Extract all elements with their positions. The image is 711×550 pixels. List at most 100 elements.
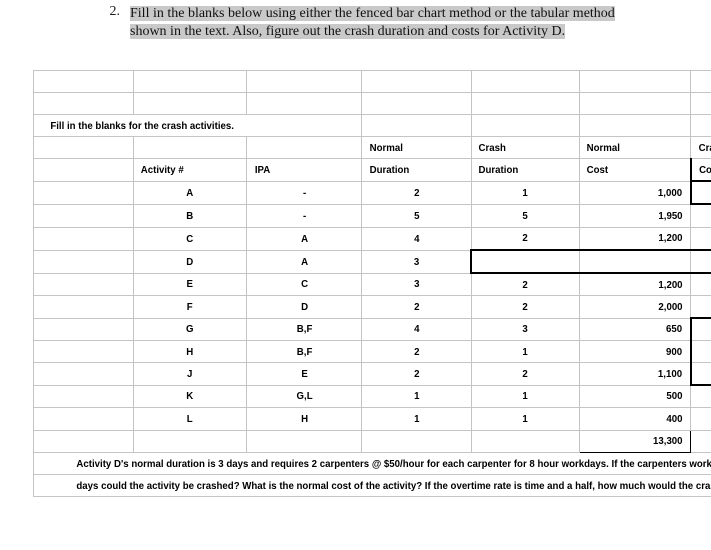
table-row[interactable]: B - 5 5 1,950 1,950 - - [34,203,711,228]
header-row-top: Normal Crash Normal Crash Days to [34,136,711,159]
cell-activity[interactable]: C [137,226,243,251]
cell-normal-cost[interactable]: 400 [583,407,687,431]
cell-normal-cost[interactable]: 1,200 [583,272,687,296]
cell-crash-cost[interactable]: 400 [694,407,711,431]
cell-activity[interactable]: G [137,317,243,341]
cell-normal-duration[interactable]: 3 [365,272,468,296]
footnote-row-1: Activity D's normal duration is 3 days a… [34,452,711,475]
cell-normal-duration[interactable]: 1 [365,407,468,431]
cell-normal-cost[interactable]: 650 [583,317,687,341]
cell-ipa[interactable]: B,F [250,340,358,363]
table-row[interactable]: A - 2 1 1,000 1,280 1 280 [34,180,711,205]
table-row[interactable]: H B,F 2 1 900 990 1 90 [34,340,711,363]
table-top-rule [34,70,711,93]
cell-crash-duration[interactable]: 3 [475,317,576,341]
header-ipa: IPA [250,158,358,182]
cell-crash-cost[interactable]: 990 [694,340,711,363]
row-gutter [37,203,130,228]
cell-crash-cost[interactable]: 2,000 [694,295,711,319]
header-blank-2 [250,136,358,159]
total-row[interactable]: 13,300 [34,429,711,453]
cell-crash-duration[interactable]: 2 [475,226,576,251]
header-blank-0 [37,136,130,159]
cell-crash-duration[interactable]: 2 [475,295,576,319]
cell-ipa[interactable]: A [250,226,358,251]
cell-normal-duration[interactable]: 3 [365,249,468,274]
footnote-line-1: Activity D's normal duration is 3 days a… [72,452,711,475]
table-row[interactable]: C A 4 2 1,200 1,500 2 150 [34,226,711,251]
row-gutter [37,317,130,341]
table-row[interactable]: E C 3 2 1,200 1,290 1 90 [34,272,711,296]
cell-crash-cost[interactable] [694,249,711,274]
cell-ipa[interactable]: - [250,180,358,205]
cell-normal-duration[interactable]: 2 [365,295,468,319]
crash-activities-spreadsheet[interactable]: Fill in the blanks for the crash activit… [33,70,711,497]
cell-activity[interactable]: A [137,180,243,205]
cell-activity[interactable]: J [137,362,243,386]
header-normal-cost-top: Normal [583,136,687,159]
cell-activity[interactable]: L [137,407,243,431]
cell-crash-cost[interactable]: 1,290 [694,272,711,296]
cell-normal-duration[interactable]: 5 [365,203,468,228]
question-text-wrap: Fill in the blanks below using either th… [130,4,615,40]
cell-activity[interactable]: B [137,203,243,228]
cell-activity[interactable]: H [137,340,243,363]
cell-activity[interactable]: E [137,272,243,296]
question-line-1: Fill in the blanks below using either th… [130,6,615,21]
cell-crash-cost[interactable]: 1,100 [694,362,711,386]
cell-crash-cost[interactable]: 730 [694,317,711,341]
table-row[interactable]: F D 2 2 2,000 2,000 - - [34,295,711,319]
cell-ipa[interactable]: D [250,295,358,319]
cell-activity[interactable]: D [137,249,243,274]
row-gutter [37,429,130,453]
cell-ipa[interactable]: G,L [250,384,358,408]
cell-ipa[interactable]: - [250,203,358,228]
cell-ipa[interactable]: C [250,272,358,296]
cell-normal-duration[interactable]: 2 [365,180,468,205]
cell-crash-duration[interactable]: 5 [475,203,576,228]
table-row[interactable]: J E 2 2 1,100 1,100 - [34,362,711,386]
header-crash-cost-top: Crash [694,136,711,159]
cell-crash-duration[interactable]: 1 [475,384,576,408]
cell-normal-duration[interactable]: 4 [365,226,468,251]
question-line-2: shown in the text. Also, figure out the … [130,24,566,39]
cell-normal-cost[interactable]: 500 [583,384,687,408]
cell-crash-cost[interactable]: 500 [694,384,711,408]
cell-crash-duration[interactable]: 2 [475,272,576,296]
cell-ipa[interactable]: E [250,362,358,386]
table-row[interactable]: G B,F 4 3 650 730 1 80 [34,317,711,341]
header-activity: Activity # [137,158,243,182]
cell-normal-duration[interactable]: 1 [365,384,468,408]
cell-normal-cost[interactable]: 1,950 [583,203,687,228]
cell-normal-cost[interactable]: 1,000 [583,180,687,205]
cell-crash-cost[interactable]: 1,280 [694,180,711,205]
cell-normal-cost[interactable]: 2,000 [583,295,687,319]
cell-normal-cost[interactable] [583,249,687,274]
row-gutter [37,180,130,205]
instruction-label: Fill in the blanks for the crash activit… [46,114,350,137]
cell-ipa[interactable]: A [250,249,358,274]
cell-activity[interactable]: F [137,295,243,319]
cell-normal-cost[interactable]: 1,200 [583,226,687,251]
cell-ipa[interactable]: H [250,407,358,431]
cell-normal-duration[interactable]: 2 [365,362,468,386]
cell-normal-cost[interactable]: 1,100 [583,362,687,386]
row-gutter [37,272,130,296]
cell-crash-duration[interactable]: 1 [475,407,576,431]
cell-activity[interactable]: K [137,384,243,408]
cell-ipa[interactable]: B,F [250,317,358,341]
table-row[interactable]: D A 3 [34,249,711,274]
cell-crash-cost[interactable]: 1,500 [694,226,711,251]
footnote-row-2: days could the activity be crashed? What… [34,474,711,497]
table-row[interactable]: K G,L 1 1 500 500 - - [34,384,711,408]
cell-crash-duration[interactable]: 1 [475,180,576,205]
cell-total-normal-cost[interactable]: 13,300 [583,429,687,453]
cell-crash-duration[interactable]: 2 [475,362,576,386]
cell-crash-duration[interactable] [474,249,576,274]
cell-crash-cost[interactable]: 1,950 [694,203,711,228]
cell-normal-cost[interactable]: 900 [583,340,687,363]
cell-normal-duration[interactable]: 2 [365,340,468,363]
cell-normal-duration[interactable]: 4 [365,317,468,341]
cell-crash-duration[interactable]: 1 [475,340,576,363]
table-row[interactable]: L H 1 1 400 400 - - [34,407,711,431]
